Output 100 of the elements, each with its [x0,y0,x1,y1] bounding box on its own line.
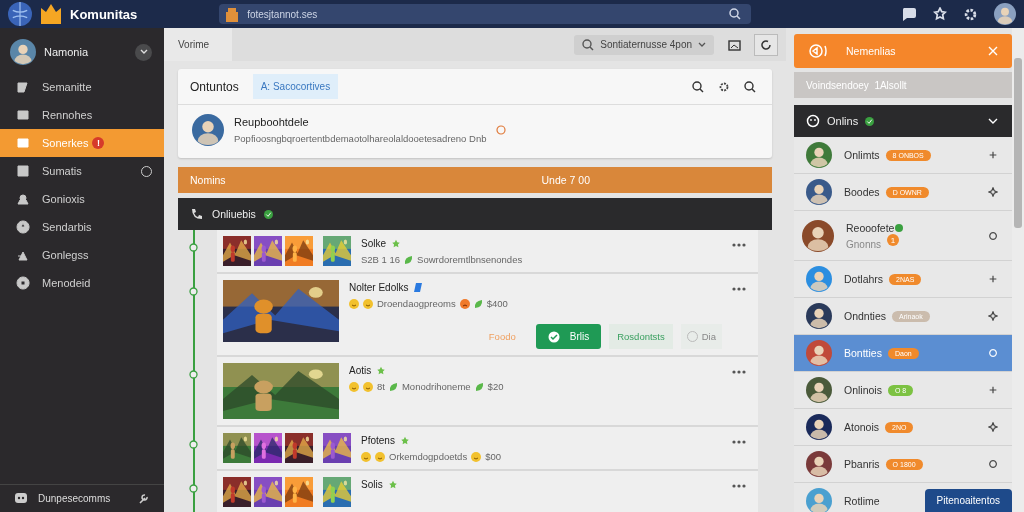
filter-chip[interactable]: A: Sacocortives [252,74,339,99]
user-avatar [806,142,832,168]
summary-text: Voindsendoey 1Alsollt [806,79,907,91]
sidebar-item[interactable]: Semanitte [0,73,164,101]
user-avatar [806,303,832,329]
wrench-icon [138,492,150,504]
member-name: Atonois [844,421,880,433]
scrollbar[interactable] [1012,28,1024,512]
sparkle-icon [988,187,998,197]
chat-button[interactable] [901,7,917,21]
user-avatar [806,414,832,440]
member-name: Ondnties [844,310,887,322]
globe-icon [8,2,32,26]
tab[interactable]: Vorime [164,28,232,61]
member-name: Rotlime [844,495,880,507]
plus-icon [988,274,998,284]
user-avatar [806,488,832,512]
search-field[interactable]: fotesjtannot.ses [219,4,752,24]
alert-badge: ! [92,137,105,149]
more-icon [732,287,746,291]
settings-button[interactable] [963,6,978,22]
member-name: Dotlahrs [844,273,884,285]
sidebar-item[interactable]: Menodeid [0,269,164,297]
more-icon [732,440,746,444]
meta-text: 8t [377,381,385,392]
user-avatar [10,39,36,65]
more-icon [732,243,746,247]
search-icon [692,80,704,93]
close-icon [988,45,998,56]
award-button[interactable] [933,7,947,21]
sparkle-icon [988,422,998,432]
ring-icon [988,459,998,469]
action-button[interactable] [988,274,998,284]
filter-dropdown[interactable]: Sontiaternusse 4pon [574,34,714,55]
search-icon [729,8,742,20]
member-name: Onlinois [844,384,882,396]
sidebar-item[interactable]: Rennohes [0,101,164,129]
sidebar-item[interactable]: Sumatis [0,157,164,185]
action-button[interactable] [988,385,998,395]
member-row[interactable]: Reooofete Gnonns 1 [794,211,1012,261]
action-button[interactable] [988,230,998,241]
primary-button[interactable]: Brlis [535,324,602,349]
user-avatar [806,377,832,403]
card-title: Ontuntos [190,79,239,94]
search-button[interactable] [692,80,704,93]
sidebar-item[interactable]: Gonlegss [0,241,164,269]
megaphone-icon [808,43,830,59]
user-avatar [806,340,832,366]
chevron-icon [698,41,706,48]
chevron-icon [139,49,148,55]
sidebar-item[interactable]: Sonerkes ! [0,129,164,157]
settings-button[interactable] [718,80,730,93]
search-button[interactable] [744,80,756,93]
leaf-icon [473,298,483,309]
people-icon [16,192,30,206]
leaf-icon [404,254,414,265]
action-button[interactable] [988,422,998,432]
plus-icon [988,150,998,160]
member-name: Pbanris [844,458,880,470]
user-avatar [806,179,832,205]
more-icon [732,370,746,374]
action-button[interactable] [988,311,998,321]
smiley-icon [363,298,373,309]
banner-label: Nomins [190,174,226,186]
tools-button[interactable] [138,492,150,504]
member-name: Boodes [844,186,880,198]
smiley-icon [361,451,371,462]
sidebar-item[interactable]: Sendarbis [0,213,164,241]
dropdown-button[interactable] [135,43,152,61]
search-input[interactable]: fotesjtannot.ses [245,7,724,21]
search-icon [582,38,595,51]
meta-text: S2B 1 16 [361,254,401,265]
action-button[interactable] [988,150,998,160]
item-title: Pfotens [361,435,395,446]
chat-bot-icon [14,491,28,505]
item-title: Solke [361,238,386,249]
post-author: Reupboohtdele [234,116,310,128]
user-avatar [806,266,832,292]
brand-name: Komunitas [70,6,138,22]
meta-text: $20 [487,381,504,392]
user-avatar [192,114,224,146]
action-button[interactable] [988,187,998,197]
leaf-icon [474,381,484,392]
smiley-icon [363,381,373,392]
floating-button[interactable]: Pitenoaitentos [924,489,1012,512]
action-button[interactable] [988,459,998,469]
chevron-icon [988,117,998,125]
smiley-icon [349,381,359,392]
search-icon [744,80,756,93]
smiley-icon [459,298,470,309]
sidebar-item[interactable]: Gonioxis [0,185,164,213]
ring-icon [988,348,998,358]
refresh-button[interactable] [754,33,778,56]
logo-icon [40,4,62,24]
member-row[interactable]: Rotlime [794,483,894,512]
count-badge: 1 [887,234,900,246]
check-icon [547,330,560,343]
phone-icon [190,207,204,221]
collapse-button[interactable] [988,117,998,125]
sparkle-icon [988,311,998,321]
